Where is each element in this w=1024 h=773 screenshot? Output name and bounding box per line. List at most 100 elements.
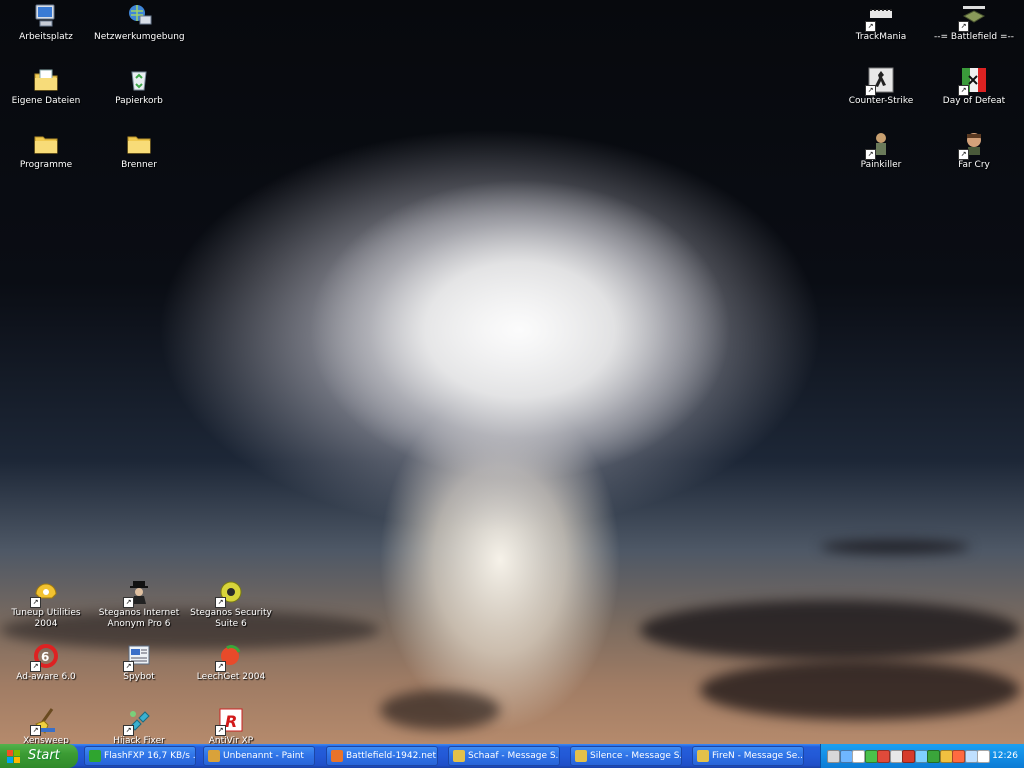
- xensweep-icon: ↗: [30, 706, 60, 736]
- icon-label: AntiVir XP: [208, 736, 254, 744]
- desktop-icon-hijack-fixer[interactable]: ↗ Hijack Fixer: [94, 706, 184, 744]
- desktop-icon-steganos-anonym[interactable]: ↗ Steganos Internet Anonym Pro 6: [94, 578, 184, 630]
- messenger-icon: [453, 750, 465, 762]
- desktop-icon-brenner[interactable]: Brenner: [94, 130, 184, 171]
- desktop-icon-painkiller[interactable]: ↗ Painkiller: [836, 130, 926, 171]
- folder-icon: [32, 130, 60, 158]
- icon-label: Day of Defeat: [942, 96, 1006, 106]
- taskbar-button-message-firen[interactable]: FireN - Message Se...: [692, 746, 804, 766]
- tray-app-icon[interactable]: [939, 750, 953, 763]
- desktop-icon-far-cry[interactable]: ↗ Far Cry: [929, 130, 1019, 171]
- tray-app-icon[interactable]: [827, 750, 840, 763]
- desktop-icon-tuneup[interactable]: ↗ Tuneup Utilities 2004: [1, 578, 91, 630]
- desktop-icon-leechget[interactable]: ↗ LeechGet 2004: [186, 642, 276, 683]
- tray-app-icon[interactable]: [839, 750, 853, 763]
- folder-icon: [125, 130, 153, 158]
- tuneup-icon: ↗: [30, 578, 60, 608]
- spybot-icon: ↗: [123, 642, 153, 672]
- task-label: Silence - Message S...: [590, 751, 682, 761]
- desktop-icon-ad-aware[interactable]: 6 ↗ Ad-aware 6.0: [1, 642, 91, 683]
- day-of-defeat-icon: ↗: [958, 66, 988, 96]
- counter-strike-icon: ↗: [865, 66, 895, 96]
- clock[interactable]: 12:26: [992, 744, 1018, 768]
- desktop-icon-my-documents[interactable]: Eigene Dateien: [1, 66, 91, 107]
- icon-label: Papierkorb: [115, 96, 163, 106]
- shortcut-arrow-icon: ↗: [865, 21, 876, 32]
- ad-aware-icon: 6 ↗: [30, 642, 60, 672]
- icon-label: Xensweep: [23, 736, 69, 744]
- desktop-icon-my-computer[interactable]: Arbeitsplatz: [1, 2, 91, 43]
- shortcut-arrow-icon: ↗: [30, 725, 41, 736]
- icon-label: --= Battlefield =--: [934, 32, 1014, 42]
- firefox-icon: [331, 750, 343, 762]
- battlefield-icon: ↗: [958, 2, 988, 32]
- windows-logo-icon: [7, 749, 21, 763]
- task-label: FireN - Message Se...: [712, 751, 804, 761]
- far-cry-icon: ↗: [958, 130, 988, 160]
- start-button[interactable]: Start: [0, 744, 78, 768]
- hijack-fixer-icon: ↗: [123, 706, 153, 736]
- tray-app-icon[interactable]: [902, 750, 915, 763]
- shortcut-arrow-icon: ↗: [958, 21, 969, 32]
- system-tray: 12:26: [820, 744, 1024, 768]
- my-computer-icon: [32, 2, 60, 30]
- desktop-icon-spybot[interactable]: ↗ Spybot: [94, 642, 184, 683]
- task-label: Schaaf - Message S...: [468, 751, 560, 761]
- tray-app-icon[interactable]: [927, 750, 940, 763]
- task-label: FlashFXP 16,7 KB/s ...: [104, 751, 196, 761]
- messenger-icon: [697, 750, 709, 762]
- shortcut-arrow-icon: ↗: [215, 661, 226, 672]
- icon-label: Steganos Internet Anonym Pro 6: [98, 608, 180, 629]
- tray-app-icon[interactable]: [977, 750, 990, 763]
- antivir-icon: R ↗: [215, 706, 245, 736]
- icon-label: TrackMania: [855, 32, 907, 42]
- desktop-icon-programme[interactable]: Programme: [1, 130, 91, 171]
- tray-app-icon[interactable]: [877, 750, 890, 763]
- painkiller-icon: ↗: [865, 130, 895, 160]
- tray-app-icon[interactable]: [964, 750, 978, 763]
- icon-label: Painkiller: [860, 160, 902, 170]
- tray-app-icon[interactable]: [914, 750, 928, 763]
- tray-app-icon[interactable]: [889, 750, 903, 763]
- shortcut-arrow-icon: ↗: [123, 597, 134, 608]
- desktop-icon-antivir[interactable]: R ↗ AntiVir XP: [186, 706, 276, 744]
- shortcut-arrow-icon: ↗: [30, 597, 41, 608]
- taskbar-button-flashfxp[interactable]: FlashFXP 16,7 KB/s ...: [84, 746, 196, 766]
- icon-label: Netzwerkumgebung: [94, 32, 185, 42]
- icon-label: Spybot: [123, 672, 155, 682]
- network-icon: [125, 2, 153, 30]
- recycle-bin-icon: [125, 66, 153, 94]
- taskbar-button-paint[interactable]: Unbenannt - Paint: [203, 746, 315, 766]
- taskbar-button-message-silence[interactable]: Silence - Message S...: [570, 746, 682, 766]
- messenger-icon: [575, 750, 587, 762]
- desktop-icon-steganos-security[interactable]: ↗ Steganos Security Suite 6: [186, 578, 276, 630]
- desktop-icon-counter-strike[interactable]: ↗ Counter-Strike: [836, 66, 926, 107]
- tray-app-icon[interactable]: [852, 750, 865, 763]
- start-label: Start: [28, 748, 60, 763]
- shortcut-arrow-icon: ↗: [30, 661, 41, 672]
- trackmania-icon: ↗: [865, 2, 895, 32]
- desktop-icon-day-of-defeat[interactable]: ↗ Day of Defeat: [929, 66, 1019, 107]
- shortcut-arrow-icon: ↗: [123, 725, 134, 736]
- desktop-icon-trackmania[interactable]: ↗ TrackMania: [836, 2, 926, 43]
- shortcut-arrow-icon: ↗: [958, 85, 969, 96]
- svg-text:R: R: [225, 712, 237, 731]
- task-label: Battlefield-1942.net...: [346, 751, 438, 761]
- taskbar: Start FlashFXP 16,7 KB/s ... Unbenannt -…: [0, 744, 1024, 768]
- tray-app-icon[interactable]: [864, 750, 878, 763]
- shortcut-arrow-icon: ↗: [123, 661, 134, 672]
- desktop-icon-xensweep[interactable]: ↗ Xensweep: [1, 706, 91, 744]
- flashfxp-icon: [89, 750, 101, 762]
- taskbar-button-firefox[interactable]: Battlefield-1942.net...: [326, 746, 438, 766]
- desktop-icon-network[interactable]: Netzwerkumgebung: [94, 2, 185, 43]
- my-documents-icon: [32, 66, 60, 94]
- desktop-background: Arbeitsplatz Netzwerkumgebung Eigene Dat…: [0, 0, 1024, 744]
- tray-app-icon[interactable]: [952, 750, 965, 763]
- desktop-icon-battlefield[interactable]: ↗ --= Battlefield =--: [929, 2, 1019, 43]
- icon-label: Far Cry: [958, 160, 990, 170]
- icon-label: Brenner: [121, 160, 157, 170]
- desktop-icon-recycle-bin[interactable]: Papierkorb: [94, 66, 184, 107]
- icon-label: Tuneup Utilities 2004: [11, 608, 81, 629]
- icon-label: Programme: [19, 160, 73, 170]
- taskbar-button-message-schaaf[interactable]: Schaaf - Message S...: [448, 746, 560, 766]
